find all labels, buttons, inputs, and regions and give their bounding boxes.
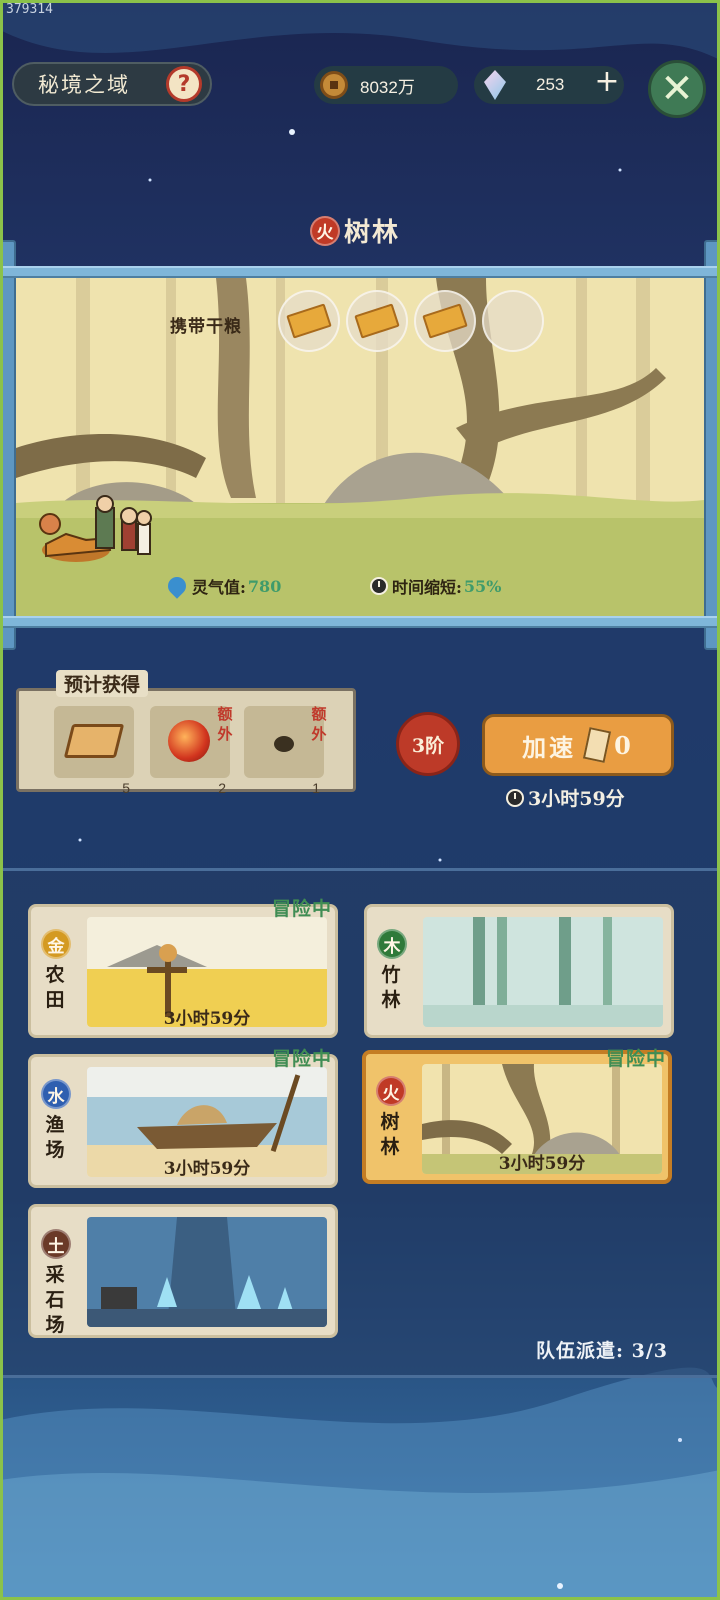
expedition-card-farmland[interactable]: 金 农田 3小时59分	[28, 904, 338, 1038]
expedition-card-quarry[interactable]: 土 采石场	[28, 1204, 338, 1338]
ration-icon	[354, 303, 400, 339]
adventure-team	[39, 495, 152, 562]
scroll-end-left	[0, 240, 16, 650]
realm-title: 秘境之域	[38, 73, 130, 97]
location-title: 火 树林	[310, 212, 400, 249]
expedition-name: 树林	[380, 1111, 400, 1158]
fire-element-badge: 火	[376, 1076, 406, 1106]
expedition-name: 采石场	[45, 1264, 65, 1336]
carry-rations-label: 携带干粮	[170, 317, 242, 337]
quarry-picture	[87, 1217, 327, 1327]
expedition-timer: 3小时59分	[163, 1009, 251, 1029]
clock-icon	[370, 577, 388, 595]
book-icon	[63, 724, 125, 758]
location-name: 树林	[344, 218, 401, 248]
spirit-stat: 灵气值: 780	[164, 573, 282, 599]
scroll-end-right	[704, 240, 720, 650]
time-reduction-value: 55%	[463, 576, 502, 596]
remaining-time: 3小时59分	[506, 784, 625, 811]
remaining-time-text: 3小时59分	[528, 788, 625, 810]
reward-count: 2	[218, 780, 226, 796]
expedition-timer: 3小时59分	[498, 1154, 586, 1174]
reward-count: 5	[122, 780, 130, 796]
expedition-name: 渔场	[45, 1114, 65, 1161]
scroll-rod-bottom	[0, 616, 720, 628]
water-element-badge: 水	[41, 1079, 71, 1109]
clock-icon	[506, 788, 524, 807]
ration-slot-1[interactable]	[278, 290, 340, 352]
team-dispatch-count: 队伍派遣: 3/3	[536, 1340, 669, 1362]
reward-count: 1	[312, 780, 320, 796]
speed-up-button[interactable]: 加速 0	[482, 714, 674, 776]
ration-icon	[286, 303, 332, 339]
time-reduction-label: 时间缩短:	[392, 578, 462, 597]
ration-slot-3[interactable]	[414, 290, 476, 352]
ticket-icon	[583, 727, 612, 763]
extra-tag: 额外	[217, 705, 233, 743]
metal-element-badge: 金	[41, 929, 71, 959]
reward-slot-book[interactable]: 5	[54, 706, 134, 796]
coin-amount: 8032万	[360, 77, 415, 97]
expected-rewards-title: 预计获得	[56, 670, 149, 697]
ration-slot-2[interactable]	[346, 290, 408, 352]
spirit-label: 灵气值:	[192, 578, 246, 597]
coin-icon	[320, 71, 348, 99]
tier-button[interactable]: 3阶	[396, 712, 460, 776]
add-gems-button[interactable]: +	[592, 67, 622, 98]
time-reduction-stat: 时间缩短: 55%	[370, 574, 501, 598]
close-button[interactable]: ✕	[648, 60, 706, 118]
water-drop-icon	[164, 573, 190, 599]
expedition-card-bamboo[interactable]: 木 竹林	[364, 904, 674, 1038]
ration-slot-empty[interactable]	[482, 290, 544, 352]
wood-element-badge: 木	[377, 929, 407, 959]
question-icon[interactable]: ?	[166, 66, 202, 102]
coin-counter: 8032万	[314, 66, 458, 104]
ration-icon	[422, 303, 468, 339]
expedition-card-fishery[interactable]: 水 渔场 3小时59分	[28, 1054, 338, 1188]
expedition-name: 竹林	[381, 964, 401, 1011]
scroll-rod-top	[0, 266, 720, 278]
bamboo-picture	[423, 917, 663, 1027]
gem-icon	[484, 70, 506, 100]
extra-tag: 额外	[311, 705, 327, 743]
earth-element-badge: 土	[41, 1229, 71, 1259]
seed-icon	[274, 736, 294, 752]
adventuring-status: 冒险中	[606, 1048, 667, 1070]
expedition-timer: 3小时59分	[163, 1159, 251, 1179]
fire-orb-icon	[168, 720, 210, 762]
speed-ticket-count: 0	[614, 730, 634, 760]
adventuring-status: 冒险中	[272, 1048, 333, 1070]
speed-up-label: 加速	[522, 732, 577, 762]
gem-amount: 253	[536, 75, 565, 94]
fire-element-badge: 火	[310, 215, 340, 246]
expedition-name: 农田	[45, 964, 65, 1011]
adventuring-status: 冒险中	[272, 898, 333, 920]
build-id: 379314	[6, 2, 53, 17]
spirit-value: 780	[247, 576, 282, 596]
